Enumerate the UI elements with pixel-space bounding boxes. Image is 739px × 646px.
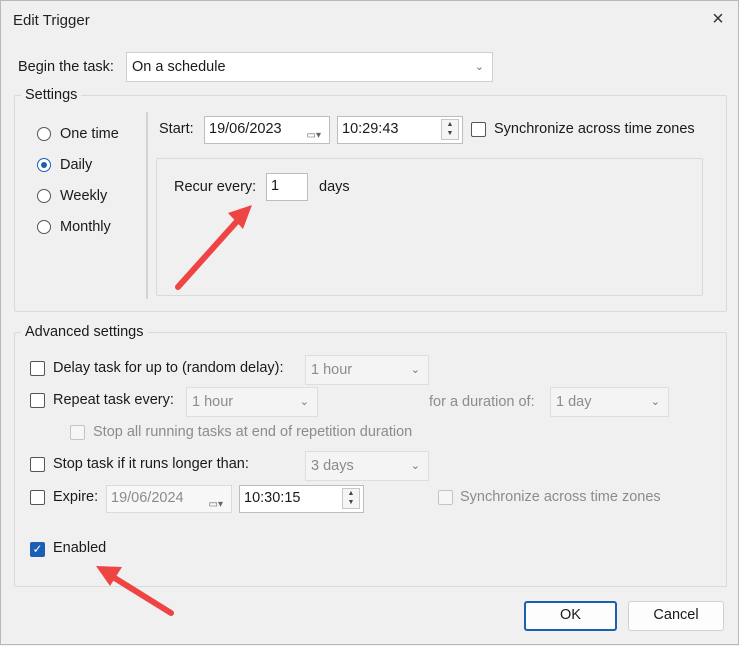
edit-trigger-dialog: Edit Trigger × Begin the task: On a sche…: [0, 0, 739, 645]
annotation-overlay: [96, 205, 252, 616]
arrow-to-enabled-icon: [96, 566, 174, 616]
arrow-to-recur-icon: [175, 205, 252, 290]
